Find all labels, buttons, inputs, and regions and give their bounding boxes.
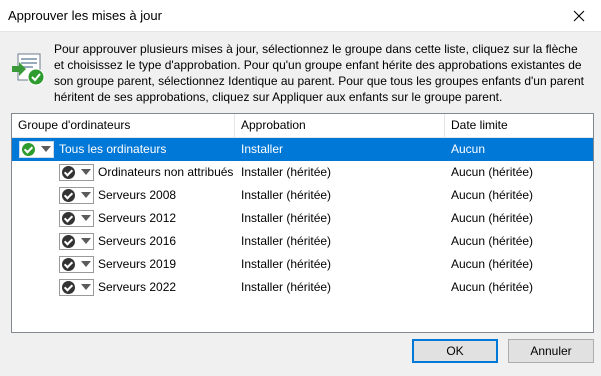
- approval-dropdown[interactable]: [59, 233, 94, 250]
- dropdown-arrow-icon: [81, 215, 91, 221]
- dropdown-arrow-icon: [41, 146, 51, 152]
- column-header-approval[interactable]: Approbation: [234, 114, 444, 137]
- table-row[interactable]: Ordinateurs non attribués Installer (hér…: [12, 161, 593, 184]
- approval-value: Installer (héritée): [241, 211, 332, 225]
- dropdown-arrow-icon: [81, 284, 91, 290]
- column-header-deadline[interactable]: Date limite: [444, 114, 593, 137]
- dropdown-arrow-icon: [81, 238, 91, 244]
- group-name: Serveurs 2012: [98, 211, 177, 225]
- dialog-body: Pour approuver plusieurs mises à jour, s…: [0, 32, 601, 376]
- group-name: Serveurs 2019: [98, 257, 177, 271]
- approval-dropdown[interactable]: [59, 279, 94, 296]
- check-circle-icon: [62, 166, 75, 179]
- approval-value: Installer (héritée): [241, 257, 332, 271]
- table-row[interactable]: Serveurs 2019 Installer (héritée) Aucun …: [12, 253, 593, 276]
- deadline-value: Aucun (héritée): [451, 280, 534, 294]
- list-header: Groupe d'ordinateurs Approbation Date li…: [12, 114, 593, 138]
- approval-value: Installer (héritée): [241, 234, 332, 248]
- group-name: Ordinateurs non attribués: [98, 165, 234, 179]
- approval-dropdown[interactable]: [59, 164, 94, 181]
- approval-value: Installer: [241, 142, 284, 156]
- approval-value: Installer (héritée): [241, 165, 332, 179]
- dropdown-arrow-icon: [81, 192, 91, 198]
- approve-updates-icon: [12, 53, 45, 86]
- instructions-text: Pour approuver plusieurs mises à jour, s…: [54, 42, 584, 104]
- table-row[interactable]: Serveurs 2008 Installer (héritée) Aucun …: [12, 184, 593, 207]
- table-row[interactable]: Tous les ordinateurs Installer Aucun: [12, 138, 593, 161]
- deadline-value: Aucun (héritée): [451, 165, 534, 179]
- approval-dropdown[interactable]: [59, 210, 94, 227]
- approval-value: Installer (héritée): [241, 188, 332, 202]
- window-title: Approuver les mises à jour: [8, 8, 162, 23]
- deadline-value: Aucun (héritée): [451, 234, 534, 248]
- dropdown-arrow-icon: [81, 261, 91, 267]
- group-name: Serveurs 2008: [98, 188, 177, 202]
- check-circle-icon: [62, 235, 75, 248]
- dropdown-arrow-icon: [81, 169, 91, 175]
- deadline-value: Aucun (héritée): [451, 211, 534, 225]
- check-circle-icon: [22, 143, 35, 156]
- deadline-value: Aucun (héritée): [451, 257, 534, 271]
- approval-list[interactable]: Groupe d'ordinateurs Approbation Date li…: [11, 113, 594, 333]
- ok-button[interactable]: OK: [412, 339, 498, 363]
- approval-dropdown[interactable]: [19, 141, 54, 158]
- approval-dropdown[interactable]: [59, 187, 94, 204]
- approval-dropdown[interactable]: [59, 256, 94, 273]
- approval-value: Installer (héritée): [241, 280, 332, 294]
- check-circle-icon: [62, 258, 75, 271]
- group-name: Serveurs 2016: [98, 234, 177, 248]
- title-bar: Approuver les mises à jour: [0, 0, 601, 32]
- table-row[interactable]: Serveurs 2022 Installer (héritée) Aucun …: [12, 276, 593, 299]
- check-circle-icon: [62, 189, 75, 202]
- deadline-value: Aucun (héritée): [451, 188, 534, 202]
- table-row[interactable]: Serveurs 2016 Installer (héritée) Aucun …: [12, 230, 593, 253]
- check-circle-icon: [62, 212, 75, 225]
- close-icon: [573, 10, 585, 21]
- cancel-button[interactable]: Annuler: [508, 339, 594, 363]
- deadline-value: Aucun: [451, 142, 486, 156]
- group-name: Serveurs 2022: [98, 280, 177, 294]
- close-button[interactable]: [557, 0, 601, 31]
- column-header-group[interactable]: Groupe d'ordinateurs: [12, 114, 234, 137]
- table-row[interactable]: Serveurs 2012 Installer (héritée) Aucun …: [12, 207, 593, 230]
- check-circle-icon: [62, 281, 75, 294]
- group-name: Tous les ordinateurs: [59, 142, 167, 156]
